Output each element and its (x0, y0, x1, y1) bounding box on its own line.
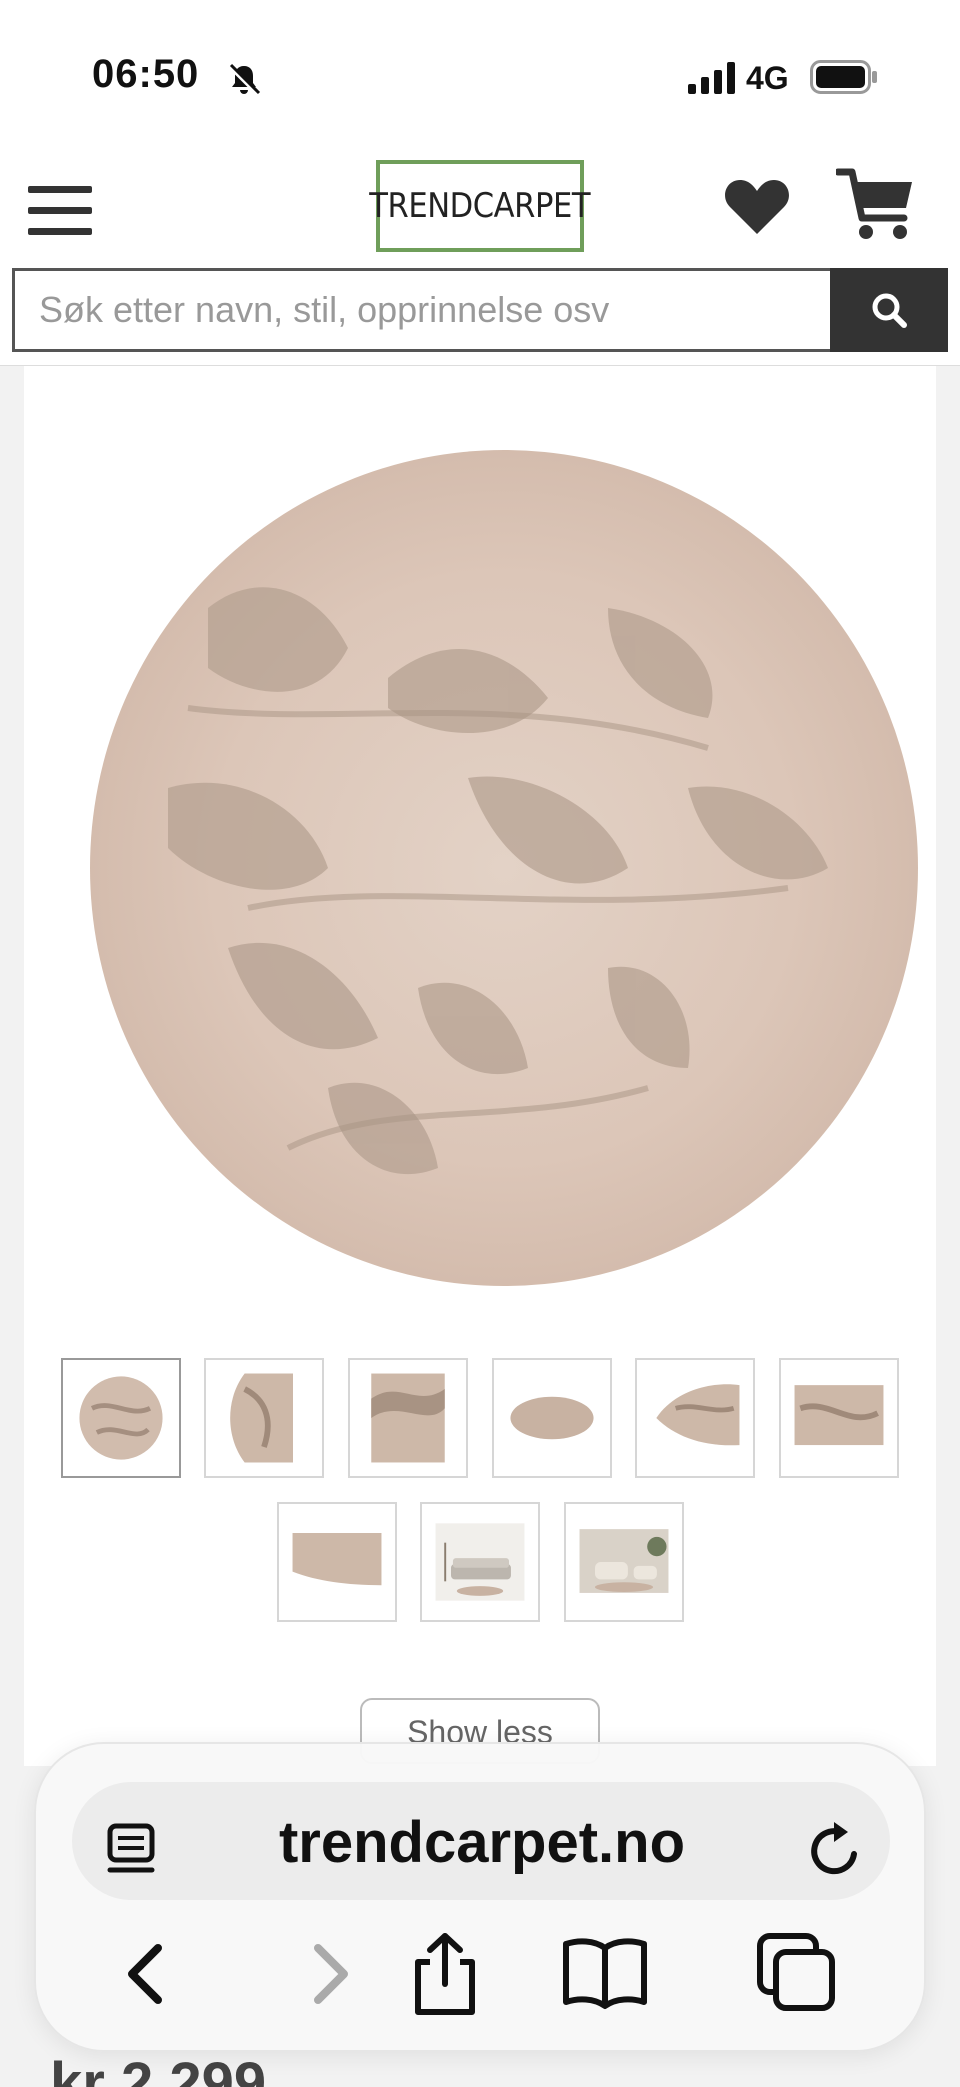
thumbnail-9[interactable] (564, 1502, 684, 1622)
signal-icon (688, 62, 735, 94)
cart-icon[interactable] (836, 166, 916, 246)
back-arrow-icon[interactable] (112, 1938, 184, 2010)
search-input[interactable] (12, 268, 830, 352)
rug-fold-thumb-image (371, 1373, 445, 1463)
rug-side-thumb-image (656, 1384, 740, 1446)
browser-bottom-bar: trendcarpet.no (34, 1742, 926, 2052)
rug-angled-thumb-image (510, 1396, 594, 1440)
forward-arrow-icon[interactable] (292, 1938, 364, 2010)
round-rug-thumb-image (79, 1376, 163, 1460)
battery-icon (810, 60, 877, 94)
search-icon (872, 293, 907, 328)
rug-curved-edge-thumb-image (292, 1533, 382, 1586)
thumbnail-4[interactable] (492, 1358, 612, 1478)
page: 06:50 4G TRENDCARPET Søk etter navn, sti… (0, 0, 960, 2087)
tabs-icon[interactable] (754, 1930, 838, 2014)
thumbnail-1[interactable] (61, 1358, 181, 1478)
rug-edge-thumb-image (230, 1373, 293, 1463)
product-price: kr 2 299 (50, 2051, 267, 2087)
url-text[interactable]: trendcarpet.no (36, 1809, 928, 1876)
rug-texture-thumb-image (794, 1385, 884, 1446)
room-scene-lounge-thumb-image (579, 1529, 669, 1593)
silent-bell-icon (228, 63, 261, 96)
product-main-image[interactable] (88, 448, 920, 1288)
thumbnail-3[interactable] (348, 1358, 468, 1478)
site-header: TRENDCARPET (0, 150, 960, 366)
status-time: 06:50 (92, 52, 200, 96)
thumbnail-7[interactable] (277, 1502, 397, 1622)
heart-icon[interactable] (722, 174, 792, 238)
network-type: 4G (746, 60, 789, 96)
thumbnail-5[interactable] (635, 1358, 755, 1478)
bookmarks-icon[interactable] (560, 1932, 650, 2012)
logo-text: TRENDCARPET (369, 186, 591, 226)
thumbnail-6[interactable] (779, 1358, 899, 1478)
share-icon[interactable] (400, 1928, 490, 2018)
status-bar: 06:50 4G (0, 0, 960, 150)
search-button[interactable] (830, 268, 948, 352)
hamburger-menu-icon[interactable] (28, 186, 92, 240)
trendcarpet-logo[interactable]: TRENDCARPET (370, 160, 591, 252)
room-scene-sofa-thumb-image (435, 1523, 525, 1601)
thumbnail-2[interactable] (204, 1358, 324, 1478)
thumbnail-8[interactable] (420, 1502, 540, 1622)
reload-icon[interactable] (806, 1818, 866, 1882)
search-bar (12, 268, 948, 352)
